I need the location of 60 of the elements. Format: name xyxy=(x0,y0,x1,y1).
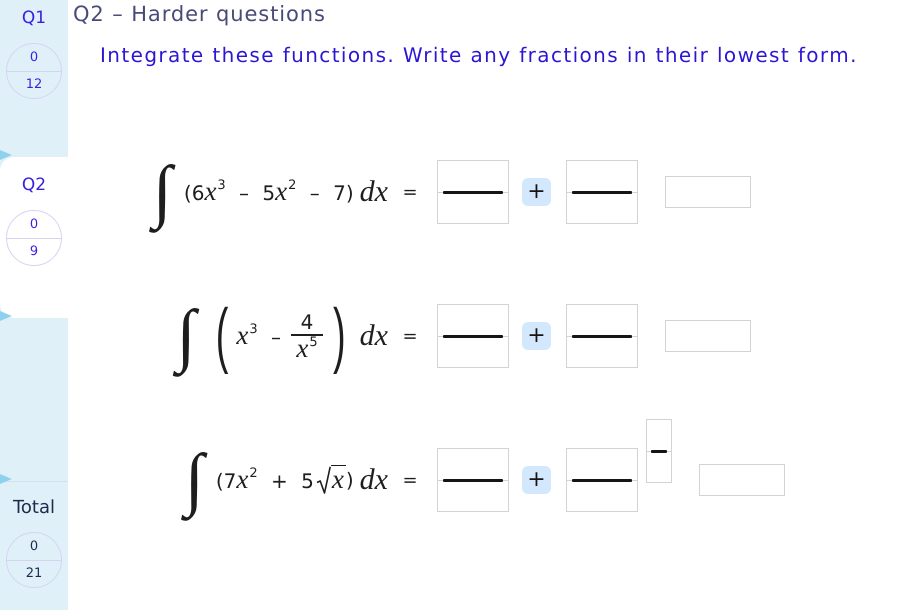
radicand: x xyxy=(330,464,346,496)
numerator-field[interactable] xyxy=(437,448,509,479)
parenthesis: ) xyxy=(333,298,346,374)
question-title: Q2 – Harder questions xyxy=(73,2,326,27)
question-label: Q1 xyxy=(22,8,46,28)
answer-field[interactable] xyxy=(665,320,751,352)
differential: dx xyxy=(360,321,388,351)
equals-sign: = xyxy=(401,326,419,346)
answer-field[interactable] xyxy=(699,464,785,496)
radical-sign-icon xyxy=(316,466,331,494)
answer-field[interactable] xyxy=(665,176,751,208)
numerator-field[interactable] xyxy=(437,304,509,335)
triangle-marker-icon xyxy=(0,474,12,484)
score-value: 0 xyxy=(30,538,38,554)
plus-button[interactable]: + xyxy=(522,178,551,206)
fraction-bar xyxy=(443,479,503,482)
equals-sign: = xyxy=(401,470,419,490)
math-expression: (7x$^{2}$ + 5 xyxy=(216,464,314,496)
fraction-bar xyxy=(651,450,667,453)
numerator-field[interactable] xyxy=(566,304,638,335)
question-tab[interactable]: Q2 0 9 xyxy=(0,157,68,318)
score-value: 0 xyxy=(30,216,38,232)
denominator-field[interactable] xyxy=(566,482,638,512)
total-label: Total xyxy=(12,497,56,519)
denominator-field[interactable] xyxy=(566,194,638,224)
question-tab[interactable]: Q1 0 12 xyxy=(0,0,68,157)
math-expression: ) xyxy=(346,467,354,494)
score-value: 0 xyxy=(30,50,38,66)
triangle-marker-icon xyxy=(0,311,12,321)
fraction-bar xyxy=(572,479,632,482)
triangle-marker-icon xyxy=(0,150,12,160)
denominator-field[interactable] xyxy=(437,194,509,224)
exponent-numerator-field[interactable] xyxy=(646,419,672,450)
exponent-denominator-field[interactable] xyxy=(646,453,672,483)
score-max: 12 xyxy=(26,76,42,92)
denominator-field[interactable] xyxy=(437,482,509,512)
numerator-field[interactable] xyxy=(437,160,509,191)
fraction-line xyxy=(291,334,324,336)
math-expression: x$^{3}$ – xyxy=(236,320,282,352)
plus-button[interactable]: + xyxy=(522,322,551,350)
numerator-field[interactable] xyxy=(566,160,638,191)
instruction-text: Integrate these functions. Write any fractions in their lowest form. xyxy=(100,43,858,67)
denominator-field[interactable] xyxy=(437,338,509,368)
differential: dx xyxy=(360,465,388,495)
fraction-bar xyxy=(572,191,632,194)
question-label: Q2 xyxy=(22,175,46,195)
fraction-numerator: 4 xyxy=(300,310,314,334)
parenthesis: ( xyxy=(216,298,228,374)
fraction-denominator: x$^{5}$ xyxy=(296,336,318,362)
fraction-bar xyxy=(443,191,503,194)
differential: dx xyxy=(360,177,388,207)
score-max: 9 xyxy=(30,244,38,260)
math-expression: (6x$^{3}$ – 5x$^{2}$ – 7) xyxy=(184,176,354,208)
numerator-field[interactable] xyxy=(566,448,638,479)
fraction-bar xyxy=(443,335,503,338)
denominator-field[interactable] xyxy=(566,338,638,368)
fraction-bar xyxy=(572,335,632,338)
plus-button[interactable]: + xyxy=(522,466,551,494)
score-max: 21 xyxy=(26,566,42,582)
equals-sign: = xyxy=(401,182,419,202)
